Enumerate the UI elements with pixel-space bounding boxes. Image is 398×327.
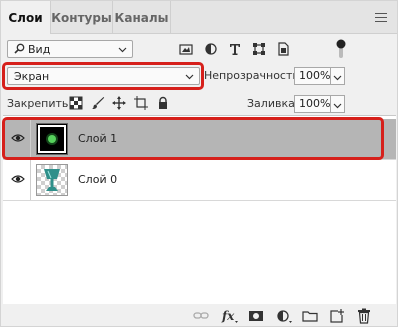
opacity-label: Непрозрачность:: [204, 69, 303, 82]
new-adjustment-layer-icon[interactable]: [275, 308, 292, 324]
type-filter-icon[interactable]: [227, 41, 243, 57]
layer-name[interactable]: Слой 0: [78, 173, 117, 186]
layers-panel: Слои Контуры Каналы Вид Экран Непрозрачн…: [0, 0, 398, 327]
tab-paths[interactable]: Контуры: [51, 1, 113, 33]
fill-input[interactable]: 100%: [294, 95, 331, 113]
fill-dropdown-button[interactable]: [331, 95, 345, 113]
eye-icon[interactable]: [11, 174, 25, 187]
add-mask-icon[interactable]: [248, 308, 264, 324]
fx-icon[interactable]: fx: [221, 308, 238, 324]
svg-text:fx: fx: [221, 309, 235, 323]
filter-kind-value: Вид: [28, 43, 51, 56]
lock-all-icon[interactable]: [156, 96, 170, 110]
opacity-input[interactable]: 100%: [294, 67, 331, 85]
new-layer-icon[interactable]: [329, 308, 345, 324]
pixel-filter-icon[interactable]: [178, 41, 194, 57]
shape-filter-icon[interactable]: [251, 41, 267, 57]
adjustment-filter-icon[interactable]: [203, 41, 219, 57]
layer-row-layer-0[interactable]: Слой 0: [3, 160, 396, 200]
layers-bottom-toolbar: fx: [1, 304, 397, 326]
lock-transparent-pixels-icon[interactable]: [69, 96, 83, 110]
smart-object-filter-icon[interactable]: [275, 41, 291, 57]
lock-position-icon[interactable]: [112, 96, 126, 110]
link-layers-icon[interactable]: [193, 308, 209, 324]
chevron-down-icon: [333, 100, 342, 113]
opacity-dropdown-button[interactable]: [331, 67, 345, 85]
lock-image-pixels-icon[interactable]: [91, 96, 105, 110]
chevron-down-icon: [333, 72, 342, 85]
selected-layer-highlight: [2, 117, 384, 160]
panel-menu-icon[interactable]: [375, 13, 387, 22]
search-icon: [14, 43, 25, 57]
lock-artboard-icon[interactable]: [134, 96, 148, 110]
filter-toggle[interactable]: [335, 38, 347, 60]
lock-label: Закрепить:: [7, 97, 73, 110]
eye-divider: [30, 160, 31, 200]
tab-bar: Слои Контуры Каналы: [1, 1, 397, 34]
chevron-down-icon: [118, 44, 127, 57]
trash-icon[interactable]: [356, 308, 372, 324]
fill-label: Заливка:: [247, 97, 299, 110]
new-group-icon[interactable]: [302, 308, 318, 324]
row-divider: [3, 200, 396, 201]
blend-mode-highlight: [2, 62, 204, 90]
filter-kind-select[interactable]: Вид: [7, 40, 133, 58]
tab-channels[interactable]: Каналы: [113, 1, 171, 33]
layer-thumbnail: [36, 164, 68, 196]
tab-layers[interactable]: Слои: [1, 1, 51, 34]
